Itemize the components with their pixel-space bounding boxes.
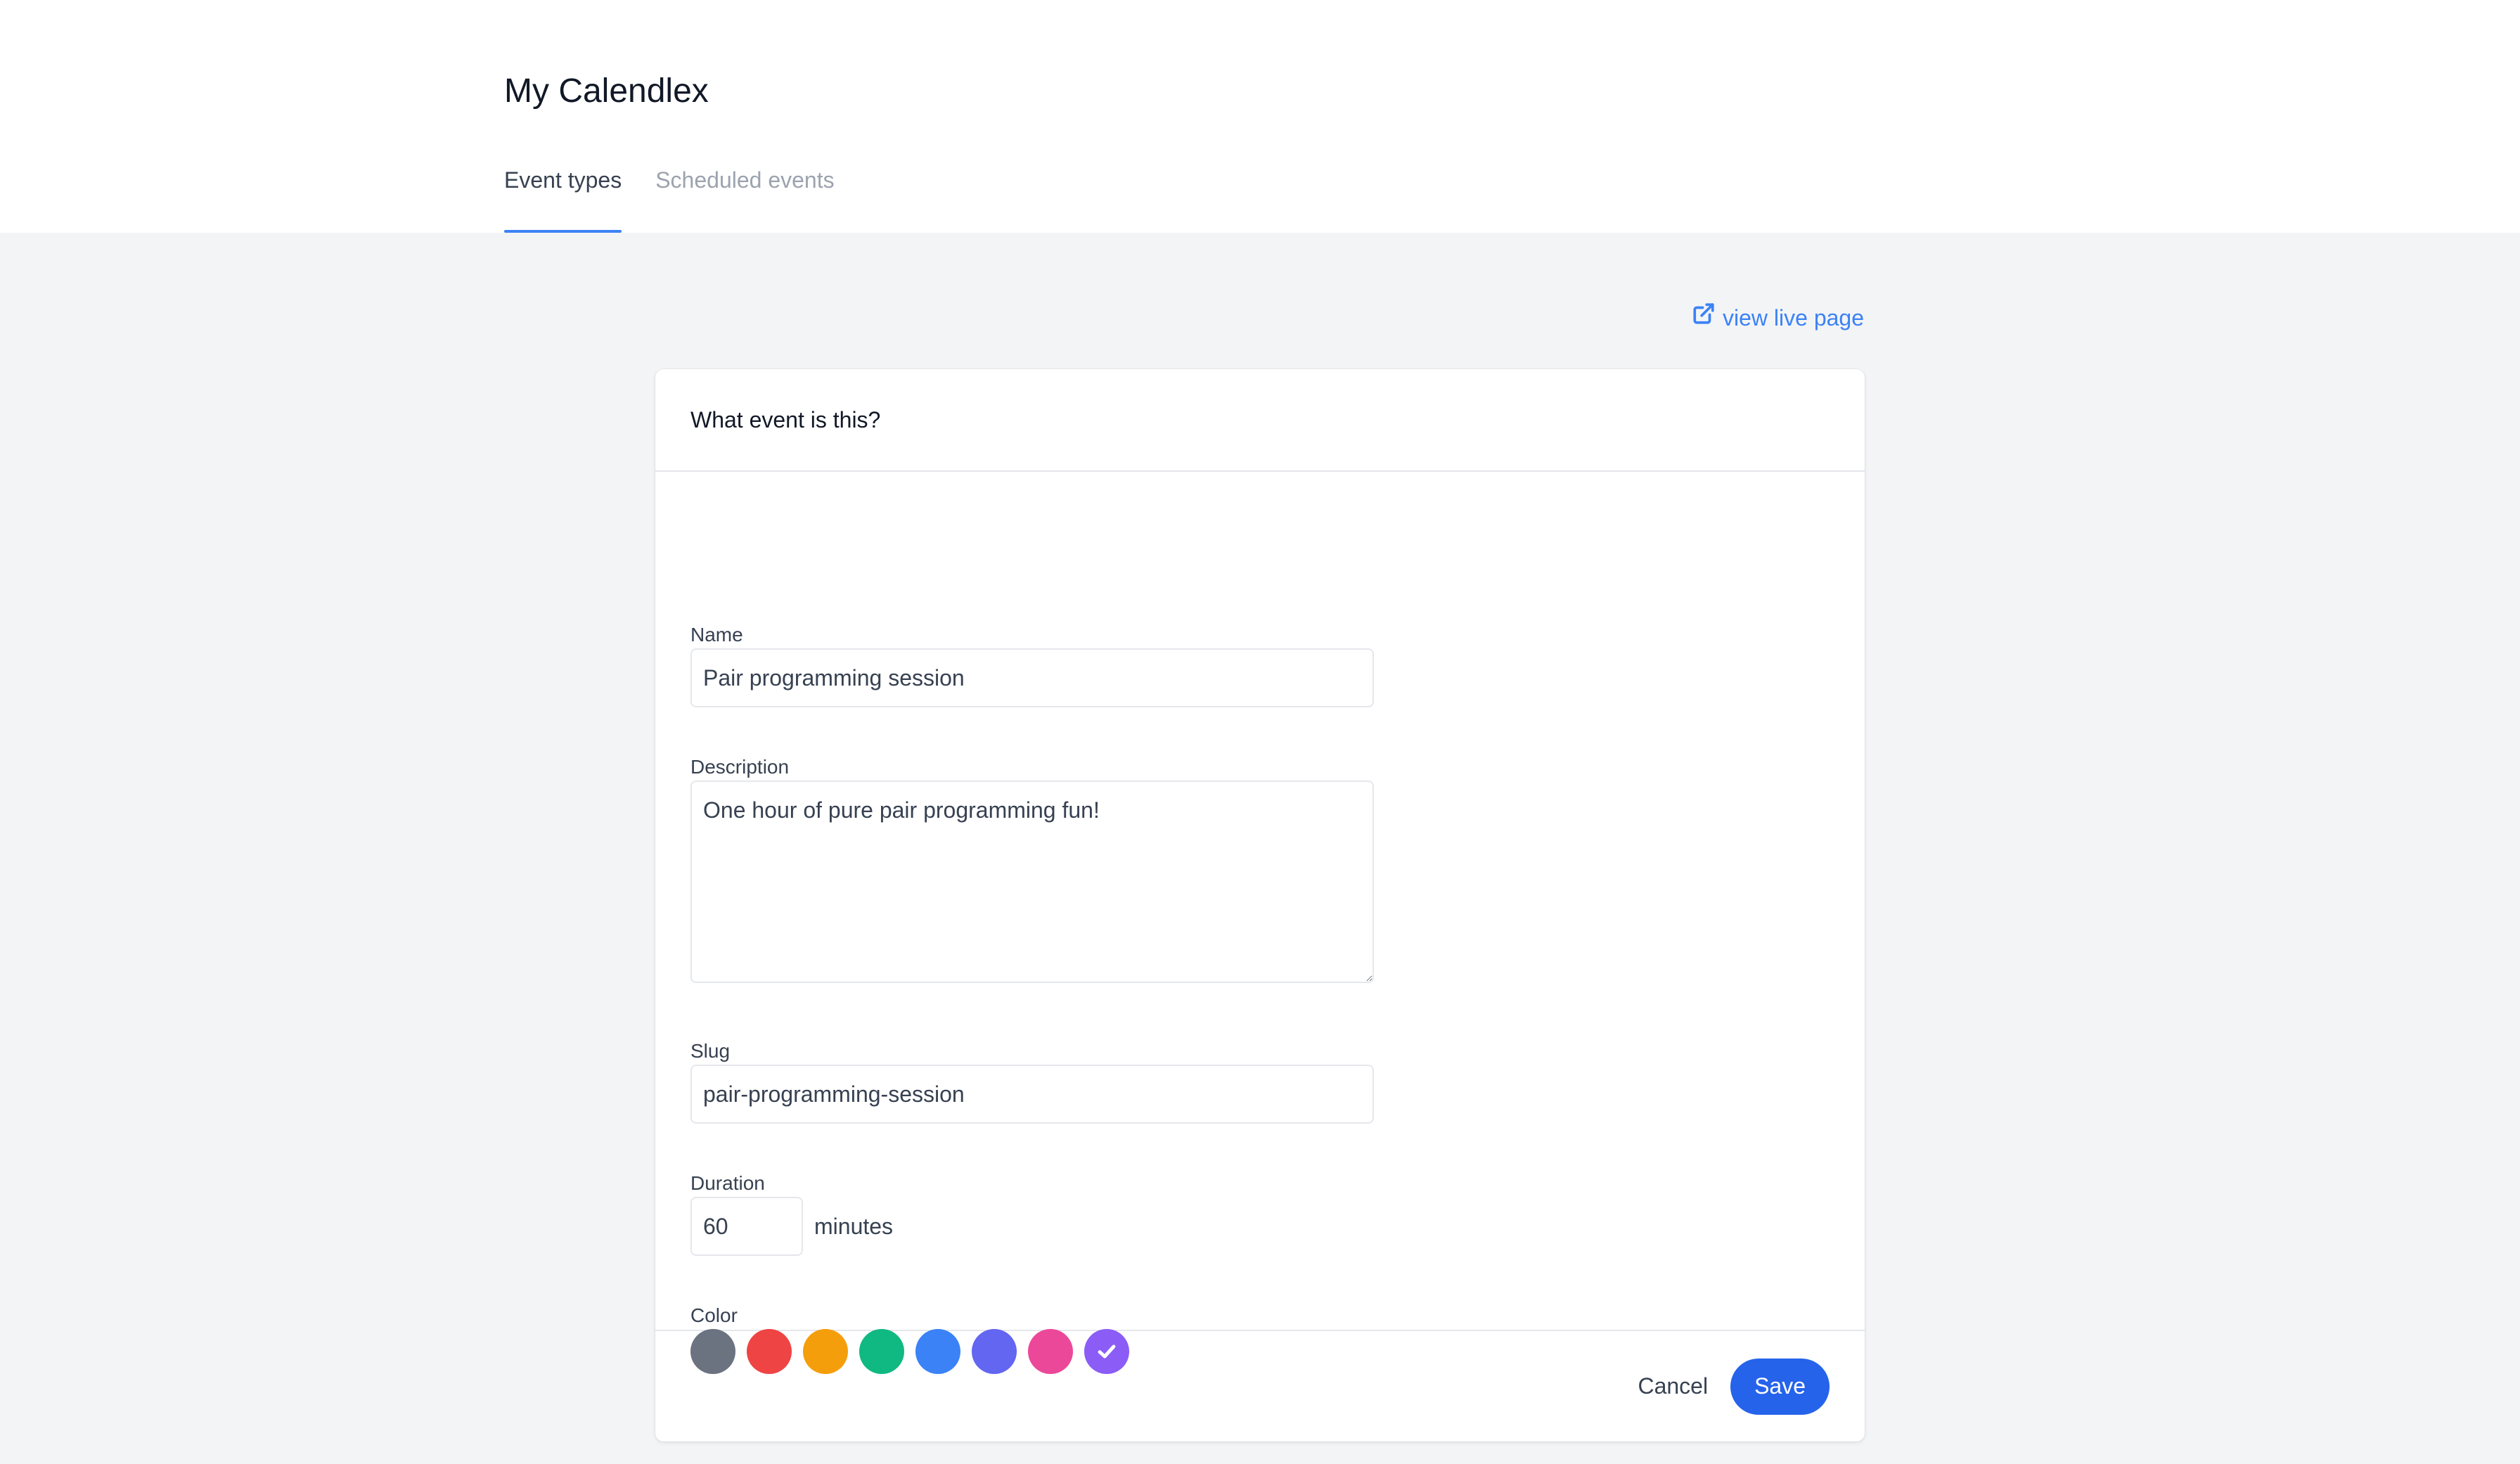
external-link-icon <box>1692 301 1716 335</box>
color-swatch[interactable] <box>859 1329 904 1374</box>
description-textarea[interactable] <box>690 781 1374 983</box>
duration-label: Duration <box>690 1172 765 1194</box>
card-header: What event is this? <box>655 369 1865 472</box>
color-swatch[interactable] <box>747 1329 792 1374</box>
tab-event-types[interactable]: Event types <box>504 160 622 233</box>
form-body: Name Description Slug Duration minutes C… <box>655 472 1865 1374</box>
slug-input[interactable] <box>690 1065 1374 1124</box>
color-swatch[interactable] <box>690 1329 735 1374</box>
check-icon <box>1098 1344 1116 1359</box>
color-swatch[interactable] <box>1028 1329 1073 1374</box>
name-label: Name <box>690 624 743 646</box>
name-input[interactable] <box>690 648 1374 707</box>
save-button[interactable]: Save <box>1730 1358 1830 1415</box>
color-swatch[interactable] <box>915 1329 960 1374</box>
app-title: My Calendlex <box>504 72 709 110</box>
view-live-page-label: view live page <box>1723 305 1864 330</box>
slug-label: Slug <box>690 1040 731 1062</box>
event-form-card: What event is this? Name Description Slu… <box>655 369 1865 1441</box>
view-live-page-link[interactable]: view live page <box>1692 301 1864 335</box>
color-swatch[interactable] <box>803 1329 848 1374</box>
form-heading: What event is this? <box>690 406 881 432</box>
cancel-button[interactable]: Cancel <box>1638 1373 1708 1399</box>
description-label: Description <box>690 756 790 778</box>
page-header: My Calendlex Event types Scheduled event… <box>0 0 2520 233</box>
color-swatch[interactable] <box>972 1329 1017 1374</box>
color-label: Color <box>690 1304 738 1326</box>
color-picker <box>690 1329 1129 1374</box>
tab-bar: Event types Scheduled events <box>504 160 835 233</box>
color-swatch-selected[interactable] <box>1084 1329 1129 1374</box>
duration-input[interactable] <box>690 1197 803 1256</box>
tab-scheduled-events[interactable]: Scheduled events <box>655 160 834 233</box>
duration-unit: minutes <box>814 1214 894 1239</box>
